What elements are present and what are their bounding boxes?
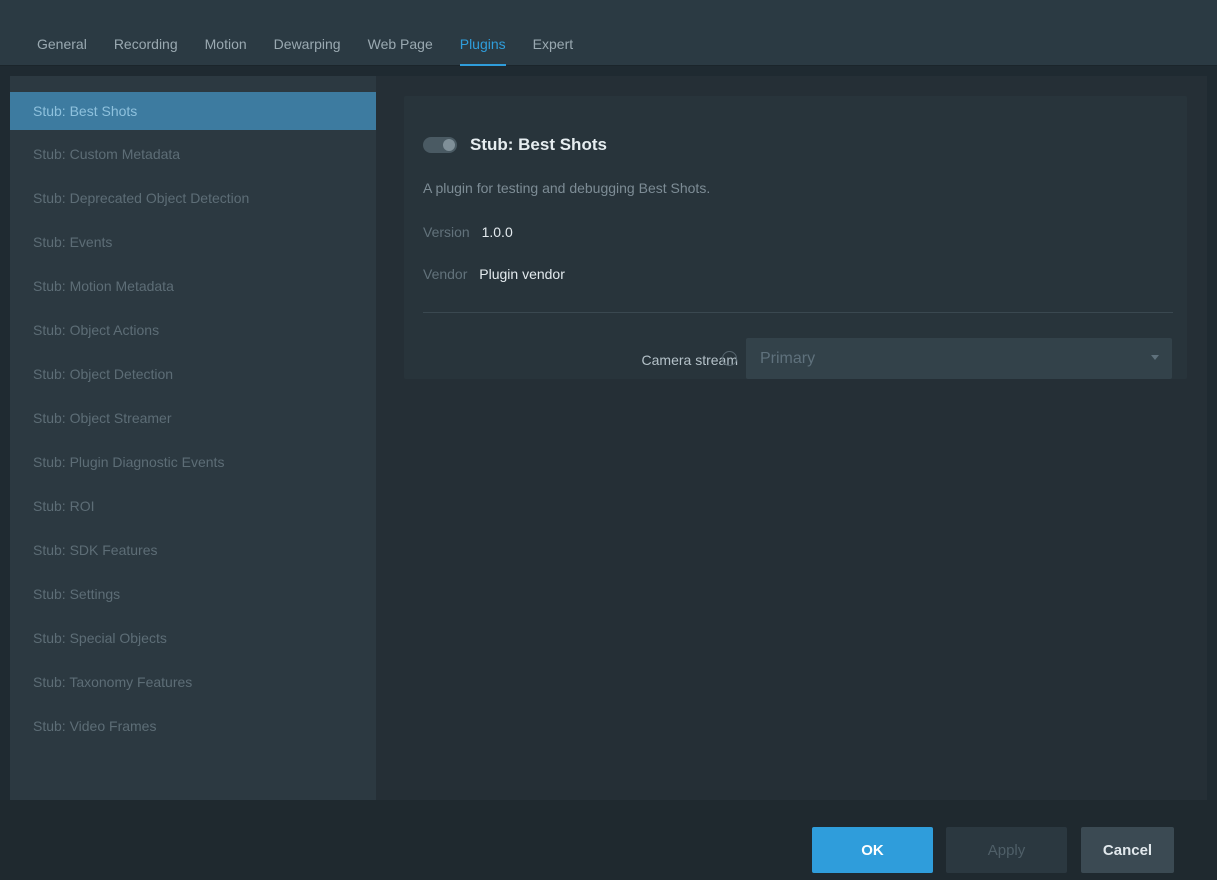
- sidebar-item-sdk-features[interactable]: Stub: SDK Features: [10, 528, 376, 572]
- tab-bar: General Recording Motion Dewarping Web P…: [0, 0, 1217, 66]
- vendor-label: Vendor: [423, 266, 468, 282]
- vendor-row: Vendor Plugin vendor: [423, 266, 565, 282]
- sidebar-item-taxonomy-features[interactable]: Stub: Taxonomy Features: [10, 660, 376, 704]
- sidebar-item-video-frames[interactable]: Stub: Video Frames: [10, 704, 376, 748]
- plugin-details-panel: Stub: Best Shots A plugin for testing an…: [376, 76, 1207, 800]
- sidebar-item-roi[interactable]: Stub: ROI: [10, 484, 376, 528]
- sidebar-item-deprecated-object-detection[interactable]: Stub: Deprecated Object Detection: [10, 176, 376, 220]
- tab-motion[interactable]: Motion: [205, 0, 247, 66]
- plugin-enable-toggle[interactable]: [423, 137, 457, 153]
- sidebar-item-custom-metadata[interactable]: Stub: Custom Metadata: [10, 132, 376, 176]
- cancel-button[interactable]: Cancel: [1081, 827, 1174, 873]
- version-row: Version 1.0.0: [423, 224, 513, 240]
- tab-general[interactable]: General: [37, 0, 87, 66]
- version-value: 1.0.0: [481, 224, 513, 240]
- sidebar-item-motion-metadata[interactable]: Stub: Motion Metadata: [10, 264, 376, 308]
- sidebar-item-object-detection[interactable]: Stub: Object Detection: [10, 352, 376, 396]
- tabs: General Recording Motion Dewarping Web P…: [0, 0, 1217, 66]
- tab-recording[interactable]: Recording: [114, 0, 178, 66]
- sidebar-item-special-objects[interactable]: Stub: Special Objects: [10, 616, 376, 660]
- plugin-title: Stub: Best Shots: [470, 135, 607, 154]
- tab-expert[interactable]: Expert: [533, 0, 573, 66]
- plugin-list: Stub: Best Shots Stub: Custom Metadata S…: [10, 76, 376, 800]
- camera-stream-value: Primary: [760, 350, 816, 367]
- sidebar-item-object-actions[interactable]: Stub: Object Actions: [10, 308, 376, 352]
- tab-web-page[interactable]: Web Page: [368, 0, 433, 66]
- divider: [423, 312, 1173, 313]
- apply-button[interactable]: Apply: [946, 827, 1067, 873]
- toggle-knob: [443, 139, 455, 151]
- help-circle-icon[interactable]: [722, 351, 737, 366]
- plugin-header: Stub: Best Shots: [423, 135, 607, 155]
- sidebar-item-settings[interactable]: Stub: Settings: [10, 572, 376, 616]
- tab-dewarping[interactable]: Dewarping: [274, 0, 341, 66]
- vendor-value: Plugin vendor: [479, 266, 565, 282]
- sidebar-item-best-shots[interactable]: Stub: Best Shots: [10, 92, 376, 130]
- plugin-description: A plugin for testing and debugging Best …: [423, 180, 711, 196]
- version-label: Version: [423, 224, 470, 240]
- dialog-footer: OK Apply Cancel: [0, 800, 1217, 880]
- ok-button[interactable]: OK: [812, 827, 933, 873]
- sidebar-item-object-streamer[interactable]: Stub: Object Streamer: [10, 396, 376, 440]
- tab-plugins[interactable]: Plugins: [459, 0, 506, 66]
- plugin-card: Stub: Best Shots A plugin for testing an…: [404, 96, 1187, 379]
- sidebar-item-plugin-diagnostic-events[interactable]: Stub: Plugin Diagnostic Events: [10, 440, 376, 484]
- sidebar-item-events[interactable]: Stub: Events: [10, 220, 376, 264]
- camera-stream-select[interactable]: Primary: [746, 338, 1172, 379]
- chevron-down-icon: [1151, 355, 1159, 360]
